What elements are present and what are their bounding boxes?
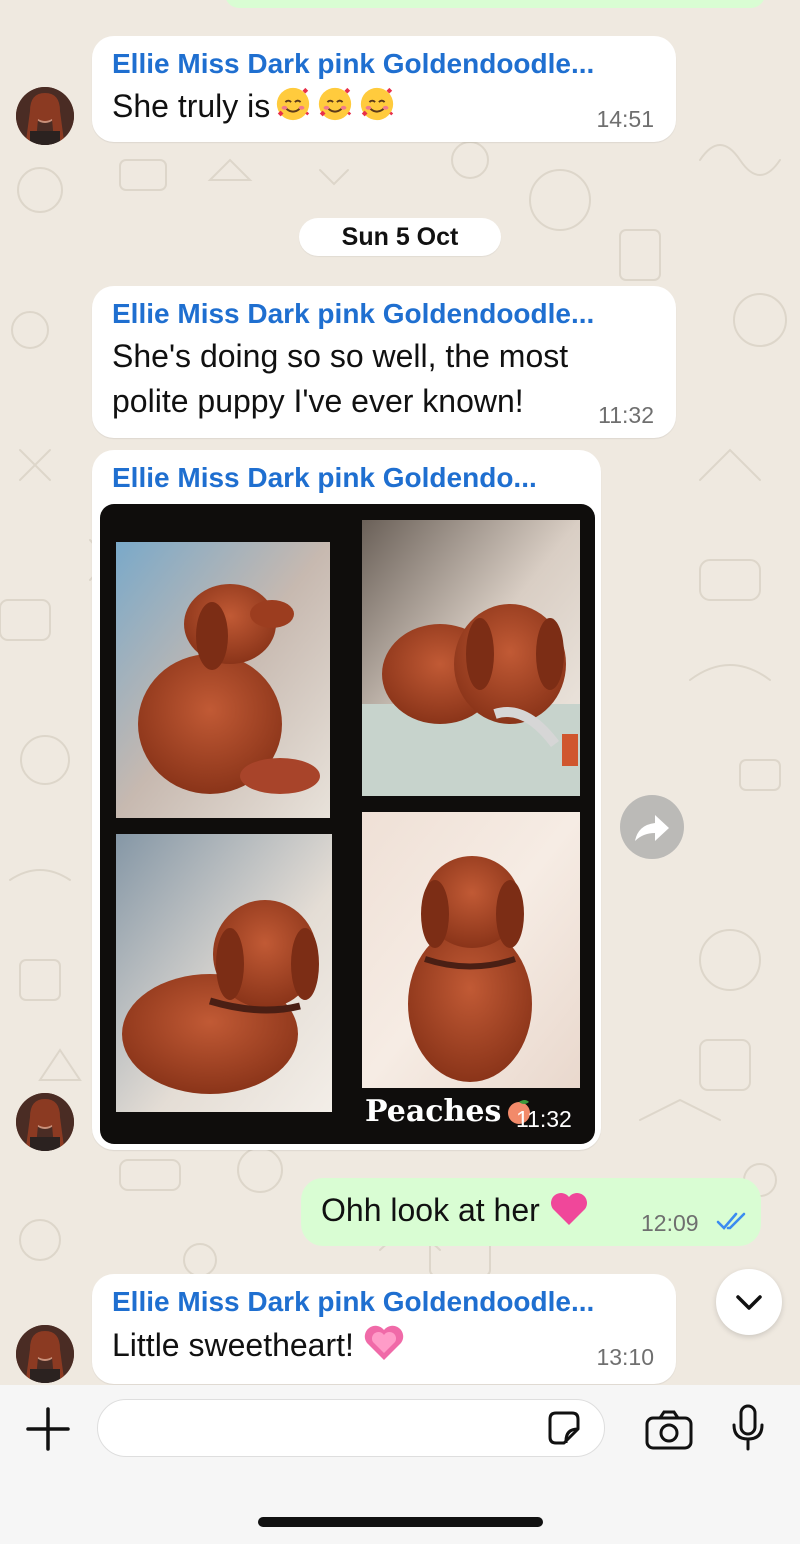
puppy-photo-collage <box>116 520 580 1112</box>
message-time: 12:09 <box>641 1210 699 1236</box>
double-check-icon <box>716 1212 746 1230</box>
composer-bar <box>0 1385 800 1544</box>
photo-caption: Peaches <box>365 1094 533 1129</box>
sender-name[interactable]: Ellie Miss Dark pink Goldendo... <box>112 462 537 494</box>
message-time: 11:32 <box>516 1106 572 1132</box>
avatar[interactable] <box>16 1325 74 1383</box>
sender-name[interactable]: Ellie Miss Dark pink Goldendoodle... <box>112 1286 594 1318</box>
forward-button[interactable] <box>620 795 684 859</box>
forward-arrow-icon <box>635 815 669 841</box>
message-text: Ohh look at her <box>321 1188 590 1241</box>
sender-name[interactable]: Ellie Miss Dark pink Goldendoodle... <box>112 298 594 330</box>
message-text-content: Little sweetheart! <box>112 1327 354 1363</box>
message-time: 11:32 <box>598 402 654 428</box>
avatar[interactable] <box>16 1093 74 1151</box>
previous-outgoing-bubble <box>225 0 765 8</box>
message-text-content: She truly is <box>112 88 271 124</box>
message-text-content: Ohh look at her <box>321 1192 540 1228</box>
photo-caption-text: Peaches <box>365 1094 502 1129</box>
smiling-face-with-hearts-emoji <box>270 87 396 124</box>
message-time: 13:10 <box>596 1344 654 1370</box>
plus-icon[interactable] <box>24 1405 72 1453</box>
message-input[interactable] <box>97 1399 605 1457</box>
pink-heart-emoji <box>548 1189 590 1241</box>
photo-collage[interactable]: Peaches 11:32 <box>100 504 595 1144</box>
message-text-line-2: polite puppy I've ever known! <box>112 383 524 419</box>
incoming-message[interactable]: Ellie Miss Dark pink Goldendoodle... Lit… <box>92 1274 676 1384</box>
home-indicator <box>258 1517 543 1527</box>
chevron-down-icon <box>736 1295 762 1310</box>
incoming-message[interactable]: Ellie Miss Dark pink Goldendoodle... She… <box>92 36 676 142</box>
message-time: 14:51 <box>596 106 654 132</box>
date-divider: Sun 5 Oct <box>299 218 501 256</box>
incoming-image-message[interactable]: Ellie Miss Dark pink Goldendo... Peaches… <box>92 450 601 1150</box>
sticker-icon[interactable] <box>544 1409 584 1449</box>
message-text-line-1: She's doing so so well, the most <box>112 338 569 374</box>
incoming-message[interactable]: Ellie Miss Dark pink Goldendoodle... She… <box>92 286 676 438</box>
camera-icon[interactable] <box>644 1409 694 1451</box>
sender-name[interactable]: Ellie Miss Dark pink Goldendoodle... <box>112 48 594 80</box>
growing-heart-emoji <box>362 1322 406 1376</box>
scroll-to-bottom-button[interactable] <box>716 1269 782 1335</box>
message-text: Little sweetheart! <box>112 1322 406 1376</box>
outgoing-message[interactable]: Ohh look at her 12:09 <box>301 1178 761 1246</box>
microphone-icon[interactable] <box>730 1403 766 1453</box>
avatar[interactable] <box>16 87 74 145</box>
message-text: She truly is <box>112 84 396 129</box>
